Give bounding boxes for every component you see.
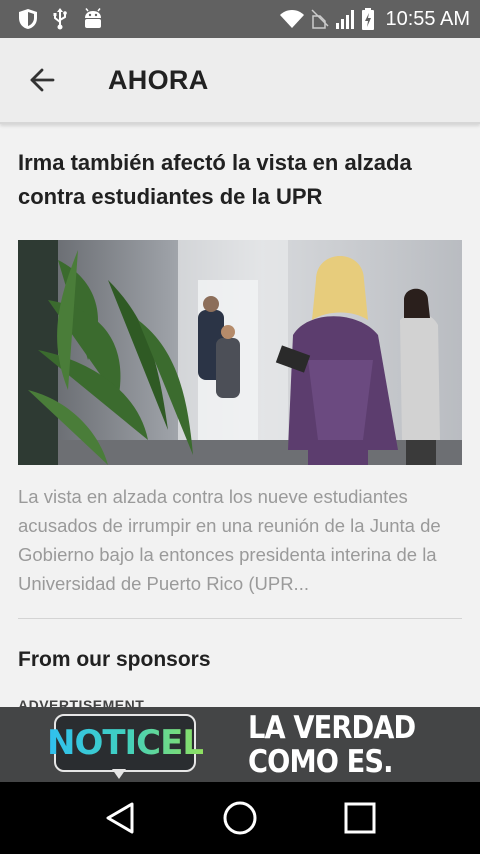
back-triangle-icon [106,802,134,834]
android-icon [82,8,104,30]
ad-tagline-line1: LA VERDAD [248,710,416,746]
article-photo [18,240,462,465]
divider [18,618,462,619]
battery-charging-icon [361,8,375,30]
back-button[interactable] [20,58,64,102]
ad-banner[interactable]: NOTICEL LA VERDAD COMO ES. [0,707,480,782]
usb-icon [52,8,68,30]
ad-tagline-line2: COMO ES. [248,744,394,780]
arrow-left-icon [30,68,55,92]
status-right-icons: 10:55 AM [279,8,470,31]
article-summary[interactable]: La vista en alzada contra los nueve estu… [18,482,462,598]
wifi-icon [279,9,305,29]
ad-tagline: LA VERDAD COMO ES. [248,710,416,780]
nav-home-button[interactable] [210,788,270,848]
nav-back-button[interactable] [90,788,150,848]
home-circle-icon [223,801,257,835]
nav-recents-button[interactable] [330,788,390,848]
page-title: AHORA [108,64,209,95]
noticel-logo: NOTICEL [47,714,204,772]
status-bar: 10:55 AM [0,0,480,38]
shield-icon [18,8,38,30]
sponsors-heading: From our sponsors [18,648,211,671]
status-left-icons [18,8,104,30]
article-content[interactable]: Irma también afectó la vista en alzada c… [0,124,480,707]
no-sim-icon [311,8,330,30]
article-headline[interactable]: Irma también afectó la vista en alzada c… [18,146,462,214]
speech-bubble-tail [112,769,126,779]
article-hero-image[interactable] [18,240,462,465]
status-time: 10:55 AM [385,7,470,30]
advertisement-label: ADVERTISEMENT [18,697,145,707]
app-bar: AHORA [0,38,480,124]
signal-icon [335,9,355,29]
system-nav-bar [0,782,480,854]
noticel-logo-text: NOTICEL [46,723,204,763]
recents-square-icon [344,802,376,834]
